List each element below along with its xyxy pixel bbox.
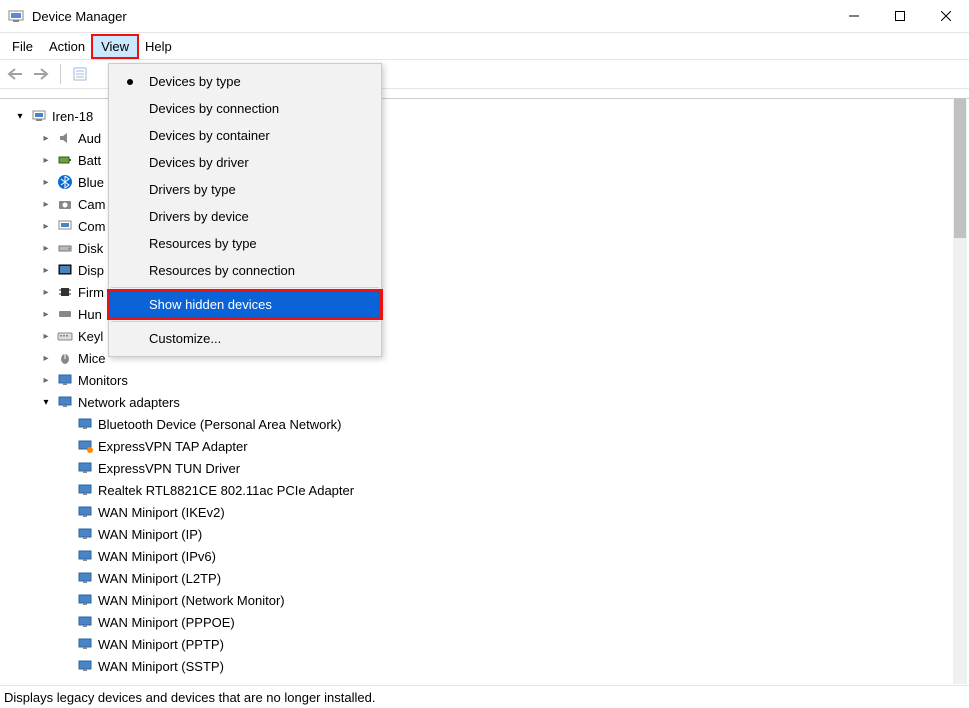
net-item-realtek[interactable]: Realtek RTL8821CE 802.11ac PCIe Adapter (76, 479, 969, 501)
menu-devices-by-connection[interactable]: Devices by connection (109, 95, 381, 122)
net-item-wan-netmon[interactable]: WAN Miniport (Network Monitor) (76, 589, 969, 611)
adapter-icon (76, 591, 94, 609)
tree-item-network[interactable]: ▾Network adapters (40, 391, 969, 413)
mouse-icon (56, 349, 74, 367)
collapse-icon[interactable]: ▾ (40, 396, 52, 408)
expand-icon[interactable]: ▸ (40, 176, 52, 188)
statusbar: Displays legacy devices and devices that… (0, 685, 969, 708)
expand-icon[interactable]: ▸ (40, 308, 52, 320)
net-item-express-tap[interactable]: ExpressVPN TAP Adapter (76, 435, 969, 457)
expand-icon[interactable]: ▸ (40, 154, 52, 166)
speaker-icon (56, 129, 74, 147)
menu-devices-by-type[interactable]: Devices by type (109, 68, 381, 95)
separator (111, 321, 379, 322)
menu-resources-by-connection[interactable]: Resources by connection (109, 257, 381, 284)
bluetooth-icon (56, 173, 74, 191)
menu-drivers-by-device[interactable]: Drivers by device (109, 203, 381, 230)
monitor-icon (56, 371, 74, 389)
tree-item-monitors[interactable]: ▸Monitors (40, 369, 969, 391)
adapter-icon (76, 525, 94, 543)
adapter-icon (76, 437, 94, 455)
menu-devices-by-driver[interactable]: Devices by driver (109, 149, 381, 176)
vertical-scrollbar[interactable] (953, 98, 967, 684)
net-item-wan-pppoe[interactable]: WAN Miniport (PPPOE) (76, 611, 969, 633)
menu-action[interactable]: Action (41, 36, 93, 57)
properties-button[interactable] (69, 63, 91, 85)
adapter-icon (76, 459, 94, 477)
menu-show-hidden-devices[interactable]: Show hidden devices (109, 291, 381, 318)
disk-icon (56, 239, 74, 257)
collapse-icon[interactable]: ▾ (14, 110, 26, 122)
expand-icon[interactable]: ▸ (40, 330, 52, 342)
tree-root-label: Iren-18 (52, 109, 93, 124)
menu-resources-by-type[interactable]: Resources by type (109, 230, 381, 257)
adapter-icon (76, 635, 94, 653)
keyboard-icon (56, 327, 74, 345)
menu-customize[interactable]: Customize... (109, 325, 381, 352)
menu-devices-by-container[interactable]: Devices by container (109, 122, 381, 149)
window-title: Device Manager (32, 9, 831, 24)
view-dropdown: Devices by type Devices by connection De… (108, 63, 382, 357)
expand-icon[interactable]: ▸ (40, 286, 52, 298)
scrollbar-thumb[interactable] (954, 98, 966, 238)
bullet-icon (127, 79, 133, 85)
hid-icon (56, 305, 74, 323)
computer-icon (56, 217, 74, 235)
camera-icon (56, 195, 74, 213)
chip-icon (56, 283, 74, 301)
menubar: File Action View Help (0, 33, 969, 59)
display-icon (56, 261, 74, 279)
app-icon (8, 8, 24, 24)
net-item-bluetooth-pan[interactable]: Bluetooth Device (Personal Area Network) (76, 413, 969, 435)
menu-file[interactable]: File (4, 36, 41, 57)
close-button[interactable] (923, 0, 969, 32)
separator (111, 287, 379, 288)
network-children: Bluetooth Device (Personal Area Network)… (76, 413, 969, 677)
menu-view[interactable]: View (93, 36, 137, 57)
net-item-wan-l2tp[interactable]: WAN Miniport (L2TP) (76, 567, 969, 589)
adapter-icon (76, 415, 94, 433)
menu-drivers-by-type[interactable]: Drivers by type (109, 176, 381, 203)
adapter-icon (76, 503, 94, 521)
minimize-button[interactable] (831, 0, 877, 32)
forward-button[interactable] (30, 63, 52, 85)
maximize-button[interactable] (877, 0, 923, 32)
expand-icon[interactable]: ▸ (40, 198, 52, 210)
expand-icon[interactable]: ▸ (40, 220, 52, 232)
net-item-wan-sstp[interactable]: WAN Miniport (SSTP) (76, 655, 969, 677)
expand-icon[interactable]: ▸ (40, 352, 52, 364)
expand-icon[interactable]: ▸ (40, 242, 52, 254)
adapter-icon (76, 613, 94, 631)
network-icon (56, 393, 74, 411)
expand-icon[interactable]: ▸ (40, 374, 52, 386)
menu-help[interactable]: Help (137, 36, 180, 57)
adapter-icon (76, 657, 94, 675)
adapter-icon (76, 481, 94, 499)
net-item-wan-ip[interactable]: WAN Miniport (IP) (76, 523, 969, 545)
back-button[interactable] (4, 63, 26, 85)
net-item-express-tun[interactable]: ExpressVPN TUN Driver (76, 457, 969, 479)
expand-icon[interactable]: ▸ (40, 132, 52, 144)
expand-icon[interactable]: ▸ (40, 264, 52, 276)
net-item-wan-ipv6[interactable]: WAN Miniport (IPv6) (76, 545, 969, 567)
net-item-wan-ikev2[interactable]: WAN Miniport (IKEv2) (76, 501, 969, 523)
titlebar: Device Manager (0, 0, 969, 33)
adapter-icon (76, 569, 94, 587)
adapter-icon (76, 547, 94, 565)
battery-icon (56, 151, 74, 169)
net-item-wan-pptp[interactable]: WAN Miniport (PPTP) (76, 633, 969, 655)
computer-icon (30, 107, 48, 125)
statusbar-text: Displays legacy devices and devices that… (4, 690, 375, 705)
